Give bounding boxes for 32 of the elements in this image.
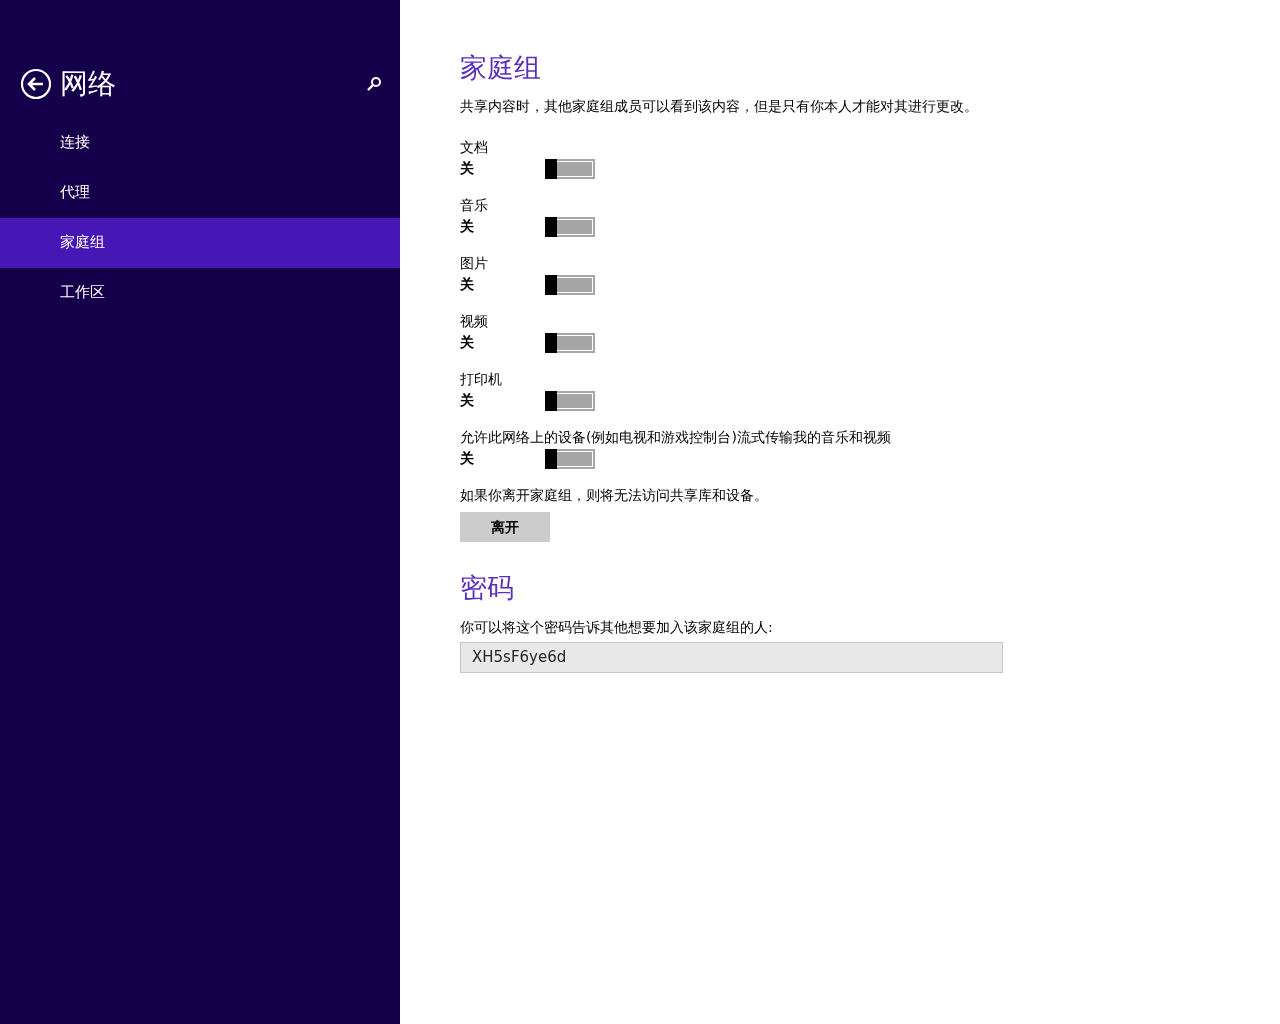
leave-button[interactable]: 离开 [460,512,550,543]
password-note: 你可以将这个密码告诉其他想要加入该家庭组的人: [460,617,774,637]
toggle-state-text: 关 [460,275,475,295]
sidebar-item[interactable]: 代理 [0,168,400,218]
password-field[interactable]: XH5sF6ye6d [460,641,1003,673]
search-icon[interactable] [366,76,382,92]
toggle-label: 允许此网络上的设备(例如电视和游戏控制台)流式传输我的音乐和视频 [460,428,892,448]
toggle-switch[interactable] [545,216,595,237]
toggle-state-text: 关 [460,159,475,179]
toggle-label: 打印机 [460,370,503,390]
sidebar-item[interactable]: 工作区 [0,268,400,318]
section-heading: 密码 [460,572,515,605]
toggle-state-text: 关 [460,449,475,469]
toggle-label: 视频 [460,312,489,332]
toggle-label: 音乐 [460,196,489,216]
toggle-switch[interactable] [545,158,595,179]
page-title: 网络 [60,70,116,98]
toggle-switch[interactable] [545,332,595,353]
toggle-state-text: 关 [460,217,475,237]
toggle-switch[interactable] [545,274,595,295]
sidebar-item[interactable]: 家庭组 [0,218,400,268]
leave-note: 如果你离开家庭组，则将无法访问共享库和设备。 [460,486,769,506]
toggle-switch[interactable] [545,390,595,411]
toggle-label: 文档 [460,138,489,158]
toggle-state-text: 关 [460,333,475,353]
toggle-label: 图片 [460,254,489,274]
toggle-switch[interactable] [545,448,595,469]
section-heading: 家庭组 [460,52,542,85]
toggle-state-text: 关 [460,391,475,411]
back-icon[interactable] [20,68,52,100]
sidebar-item[interactable]: 连接 [0,118,400,168]
description-text: 共享内容时，其他家庭组成员可以看到该内容，但是只有你本人才能对其进行更改。 [460,97,979,117]
